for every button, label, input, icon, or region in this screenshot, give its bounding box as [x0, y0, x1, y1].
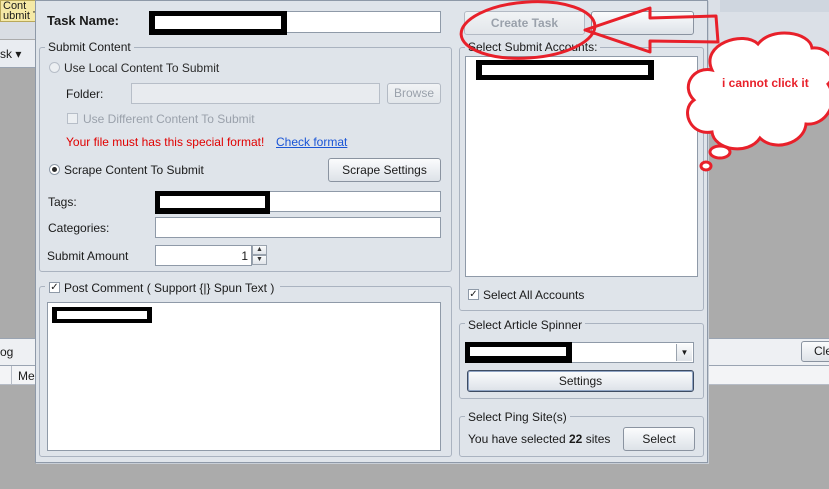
arrow-icon — [583, 6, 720, 54]
thought-bubble-small — [699, 160, 713, 172]
annotation-overlay — [459, 0, 829, 172]
annotation-callout-text: i cannot click it — [722, 76, 809, 90]
annotation-circle — [459, 0, 597, 60]
thought-bubble-large — [708, 144, 732, 160]
thought-cloud-icon — [686, 31, 829, 151]
